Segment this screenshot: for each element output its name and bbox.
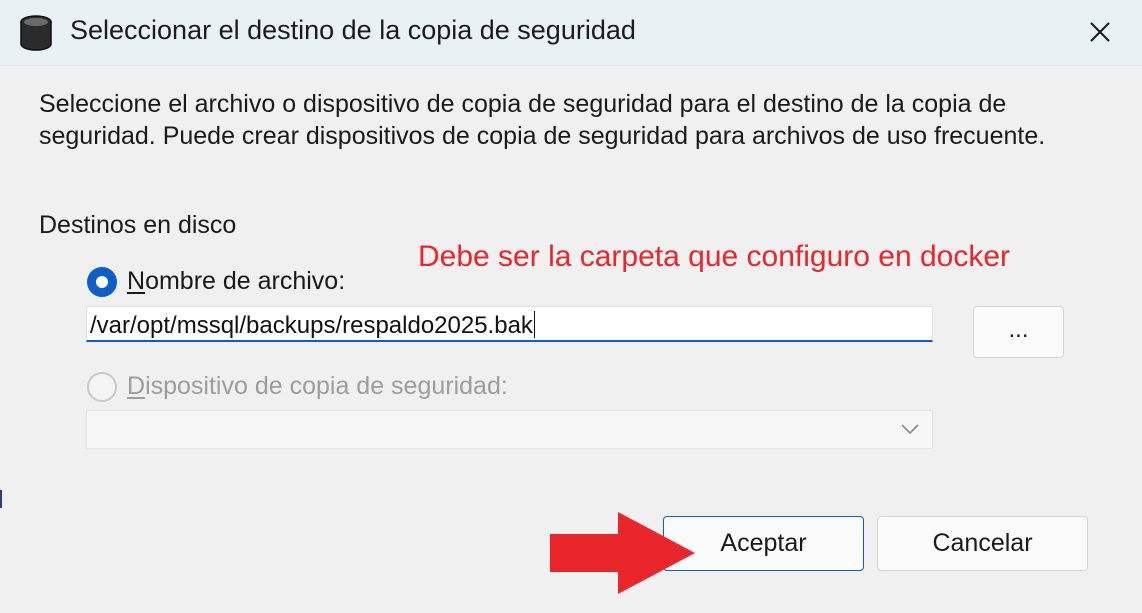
radio-dot	[96, 276, 108, 288]
dialog-description: Seleccione el archivo o dispositivo de c…	[39, 90, 1046, 150]
file-name-mnemonic: N	[127, 267, 146, 295]
cancel-button[interactable]: Cancelar	[877, 516, 1088, 571]
file-name-label-text: ombre de archivo:	[145, 267, 346, 295]
disk-destinations-label: Destinos en disco	[39, 211, 237, 239]
file-name-value: /var/opt/mssql/backups/respaldo2025.bak	[90, 312, 533, 339]
backup-device-mnemonic: D	[127, 372, 146, 400]
file-name-radio-label[interactable]: Nombre de archivo:	[127, 267, 345, 296]
browse-button[interactable]: ...	[973, 306, 1064, 358]
window-title: Seleccionar el destino de la copia de se…	[70, 15, 636, 45]
backup-device-radio[interactable]	[87, 372, 117, 402]
annotation-note: Debe ser la carpeta que configuro en doc…	[418, 240, 1011, 273]
edge-marker	[0, 490, 2, 508]
database-icon	[20, 15, 52, 51]
close-button[interactable]	[1080, 12, 1120, 52]
title-bar: Seleccionar el destino de la copia de se…	[0, 0, 1142, 66]
file-name-radio[interactable]	[87, 267, 117, 297]
file-name-input[interactable]: /var/opt/mssql/backups/respaldo2025.bak	[86, 306, 933, 342]
chevron-down-icon	[901, 424, 919, 435]
text-caret	[533, 311, 535, 338]
red-arrow-annotation	[550, 512, 695, 594]
backup-device-radio-label[interactable]: Dispositivo de copia de seguridad:	[127, 372, 508, 401]
backup-destination-dialog: Seleccionar el destino de la copia de se…	[0, 0, 1142, 613]
backup-device-dropdown[interactable]	[86, 410, 933, 449]
close-icon	[1090, 22, 1110, 42]
backup-device-label-text: ispositivo de copia de seguridad:	[145, 372, 508, 400]
